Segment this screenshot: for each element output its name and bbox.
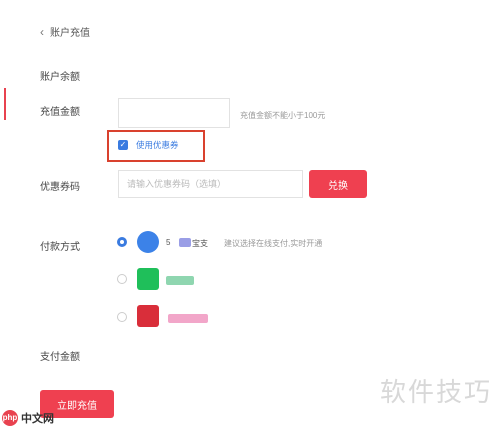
side-accent-bar [4, 88, 6, 120]
payment-option-1-prefix: 5 [166, 238, 171, 247]
coupon-code-label: 优惠券码 [40, 182, 80, 193]
wechat-pay-logo-icon [137, 268, 159, 290]
payment-method-label: 付款方式 [40, 242, 80, 253]
watermark-text: 软件技巧 [379, 378, 492, 408]
check-icon: ✓ [119, 140, 127, 149]
back-nav[interactable]: ‹ 账户充值 [40, 24, 90, 40]
payment-radio-1[interactable] [117, 237, 127, 247]
page-title: 账户充值 [50, 28, 90, 39]
payment-option-3-blur [168, 314, 208, 323]
payment-radio-3[interactable] [117, 312, 127, 322]
php-logo-icon: php [2, 410, 18, 426]
union-pay-logo-icon [137, 305, 159, 327]
payment-option-1-blur [179, 238, 191, 247]
chevron-left-icon[interactable]: ‹ [40, 25, 44, 39]
balance-label: 账户余额 [40, 72, 80, 83]
coupon-checkbox-label[interactable]: 使用优惠券 [136, 139, 179, 151]
coupon-checkbox[interactable]: ✓ [118, 140, 128, 150]
recharge-amount-label: 充值金额 [40, 107, 80, 118]
brand-text: 中文网 [21, 413, 54, 425]
payment-tip: 建议选择在线支付,实时开通 [224, 239, 323, 248]
payment-radio-2[interactable] [117, 274, 127, 284]
amount-input[interactable] [118, 98, 230, 128]
payment-option-2-blur [166, 276, 194, 285]
redeem-button[interactable]: 兑换 [309, 170, 367, 198]
coupon-code-input[interactable] [118, 170, 303, 198]
amount-hint: 充值金额不能小于100元 [240, 111, 326, 120]
payment-option-1-name: 宝支 [192, 239, 208, 248]
brand-watermark: php 中文网 [2, 410, 54, 426]
pay-amount-label: 支付金额 [40, 352, 80, 363]
alipay-logo-icon [137, 231, 159, 253]
